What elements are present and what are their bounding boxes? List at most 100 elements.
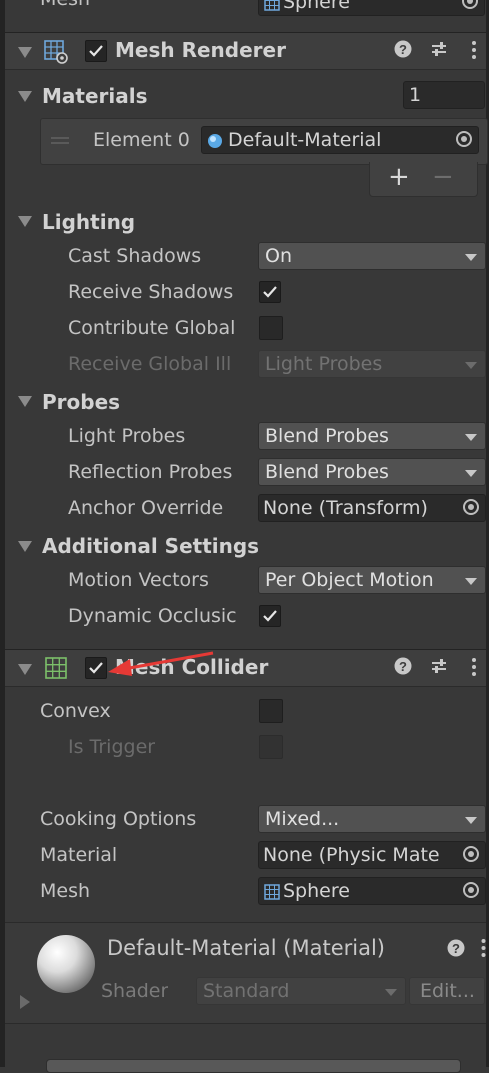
additional-settings-foldout-icon[interactable] xyxy=(18,541,32,552)
convex-label: Convex xyxy=(40,700,111,722)
material-element-value: Default-Material xyxy=(228,129,382,151)
object-picker-icon[interactable] xyxy=(463,846,479,862)
materials-list: Element 0 Default-Material xyxy=(40,118,488,165)
materials-size-value: 1 xyxy=(409,84,422,106)
material-preview-title: Default-Material (Material) xyxy=(107,936,385,960)
mesh-filter-mesh-value: Sphere xyxy=(283,0,350,13)
cooking-options-dropdown[interactable]: Mixed... xyxy=(258,805,486,833)
cast-shadows-dropdown[interactable]: On xyxy=(258,242,486,270)
list-add-button[interactable]: + xyxy=(388,162,410,192)
is-trigger-checkbox xyxy=(259,735,283,759)
mesh-collider-header[interactable]: Mesh Collider ? xyxy=(5,649,486,687)
list-remove-button[interactable]: − xyxy=(432,162,454,192)
material-sphere-preview-icon xyxy=(37,935,95,993)
light-probes-value: Blend Probes xyxy=(265,425,389,447)
dropdown-arrow-icon xyxy=(465,362,477,369)
annotation-arrow-icon xyxy=(108,651,214,676)
receive-shadows-label: Receive Shadows xyxy=(68,281,234,303)
help-icon[interactable]: ? xyxy=(394,657,412,680)
probes-foldout-icon[interactable] xyxy=(18,396,32,407)
materials-label: Materials xyxy=(42,84,148,108)
reflection-probes-dropdown[interactable]: Blend Probes xyxy=(258,458,486,486)
dynamic-occlusion-checkbox[interactable] xyxy=(259,605,281,627)
shader-value: Standard xyxy=(203,980,290,1002)
probes-label: Probes xyxy=(42,390,121,414)
object-picker-icon[interactable] xyxy=(462,0,478,9)
contribute-gi-label: Contribute Global xyxy=(68,317,236,339)
divider xyxy=(5,1023,486,1024)
material-preview-panel: Default-Material (Material) ? Shader Sta… xyxy=(5,923,486,1023)
dropdown-arrow-icon xyxy=(465,817,477,824)
dropdown-arrow-icon xyxy=(465,254,477,261)
contribute-gi-checkbox[interactable] xyxy=(259,316,283,340)
shader-edit-label: Edit... xyxy=(420,980,475,1002)
mesh-renderer-header[interactable]: Mesh Renderer ? xyxy=(5,32,486,70)
mesh-collider-icon xyxy=(45,657,67,684)
mesh-renderer-enabled-checkbox[interactable] xyxy=(85,40,107,62)
dropdown-arrow-icon xyxy=(465,434,477,441)
is-trigger-label: Is Trigger xyxy=(68,736,156,758)
motion-vectors-label: Motion Vectors xyxy=(68,569,209,591)
collider-mesh-label: Mesh xyxy=(40,880,91,902)
mesh-grid-icon xyxy=(264,0,280,16)
dynamic-occlusion-label: Dynamic Occlusic xyxy=(68,605,237,627)
preview-foldout-icon[interactable] xyxy=(20,995,30,1009)
foldout-arrow-icon[interactable] xyxy=(18,664,32,675)
mesh-filter-mesh-label: Mesh xyxy=(40,0,90,10)
reflection-probes-label: Reflection Probes xyxy=(68,461,233,483)
context-menu-icon[interactable] xyxy=(481,938,486,963)
reflection-probes-value: Blend Probes xyxy=(265,461,389,483)
object-picker-icon[interactable] xyxy=(463,499,479,515)
receive-shadows-checkbox[interactable] xyxy=(259,281,281,303)
presets-icon[interactable] xyxy=(430,657,448,680)
light-probes-dropdown[interactable]: Blend Probes xyxy=(258,422,486,450)
mesh-filter-mesh-field[interactable]: Sphere xyxy=(258,0,485,16)
list-add-remove-bar: + − xyxy=(369,162,478,197)
mesh-renderer-icon xyxy=(43,40,69,69)
receive-gi-label: Receive Global Ill xyxy=(68,353,232,375)
anchor-override-label: Anchor Override xyxy=(68,497,224,519)
collider-material-value: None (Physic Mate xyxy=(263,844,440,866)
svg-text:?: ? xyxy=(452,941,460,956)
shader-label: Shader xyxy=(101,980,169,1002)
svg-text:?: ? xyxy=(399,42,407,57)
foldout-arrow-icon[interactable] xyxy=(18,47,32,58)
material-element-field[interactable]: Default-Material xyxy=(201,126,479,154)
context-menu-icon[interactable] xyxy=(471,657,477,682)
materials-size-field[interactable]: 1 xyxy=(403,81,485,109)
help-icon[interactable]: ? xyxy=(394,40,412,63)
motion-vectors-value: Per Object Motion xyxy=(265,569,434,591)
cast-shadows-label: Cast Shadows xyxy=(68,245,202,267)
context-menu-icon[interactable] xyxy=(471,40,477,65)
anchor-override-field[interactable]: None (Transform) xyxy=(258,494,486,522)
anchor-override-value: None (Transform) xyxy=(263,497,428,519)
additional-settings-label: Additional Settings xyxy=(42,534,260,558)
materials-foldout-icon[interactable] xyxy=(18,91,32,102)
shader-dropdown: Standard xyxy=(196,977,406,1005)
dropdown-arrow-icon xyxy=(385,989,397,996)
object-picker-icon[interactable] xyxy=(463,882,479,898)
cooking-options-label: Cooking Options xyxy=(40,808,197,830)
collider-mesh-field[interactable]: Sphere xyxy=(258,877,486,905)
collider-material-field[interactable]: None (Physic Mate xyxy=(258,841,486,869)
help-icon[interactable]: ? xyxy=(447,939,465,962)
mesh-grid-icon xyxy=(264,883,280,905)
convex-checkbox[interactable] xyxy=(259,699,283,723)
cast-shadows-value: On xyxy=(265,245,292,267)
dropdown-arrow-icon xyxy=(465,578,477,585)
shader-edit-button[interactable]: Edit... xyxy=(409,977,485,1005)
dropdown-arrow-icon xyxy=(465,470,477,477)
add-component-button[interactable] xyxy=(46,1059,461,1073)
object-picker-icon[interactable] xyxy=(456,131,472,147)
cooking-options-value: Mixed... xyxy=(265,808,340,830)
motion-vectors-dropdown[interactable]: Per Object Motion xyxy=(258,566,486,594)
presets-icon[interactable] xyxy=(430,40,448,63)
collider-mesh-value: Sphere xyxy=(283,880,350,902)
collider-material-label: Material xyxy=(40,844,118,866)
mesh-renderer-title: Mesh Renderer xyxy=(115,38,286,62)
lighting-label: Lighting xyxy=(42,210,136,234)
svg-text:?: ? xyxy=(399,659,407,674)
light-probes-label: Light Probes xyxy=(68,425,186,447)
drag-handle-icon[interactable] xyxy=(51,137,69,139)
lighting-foldout-icon[interactable] xyxy=(18,216,32,227)
